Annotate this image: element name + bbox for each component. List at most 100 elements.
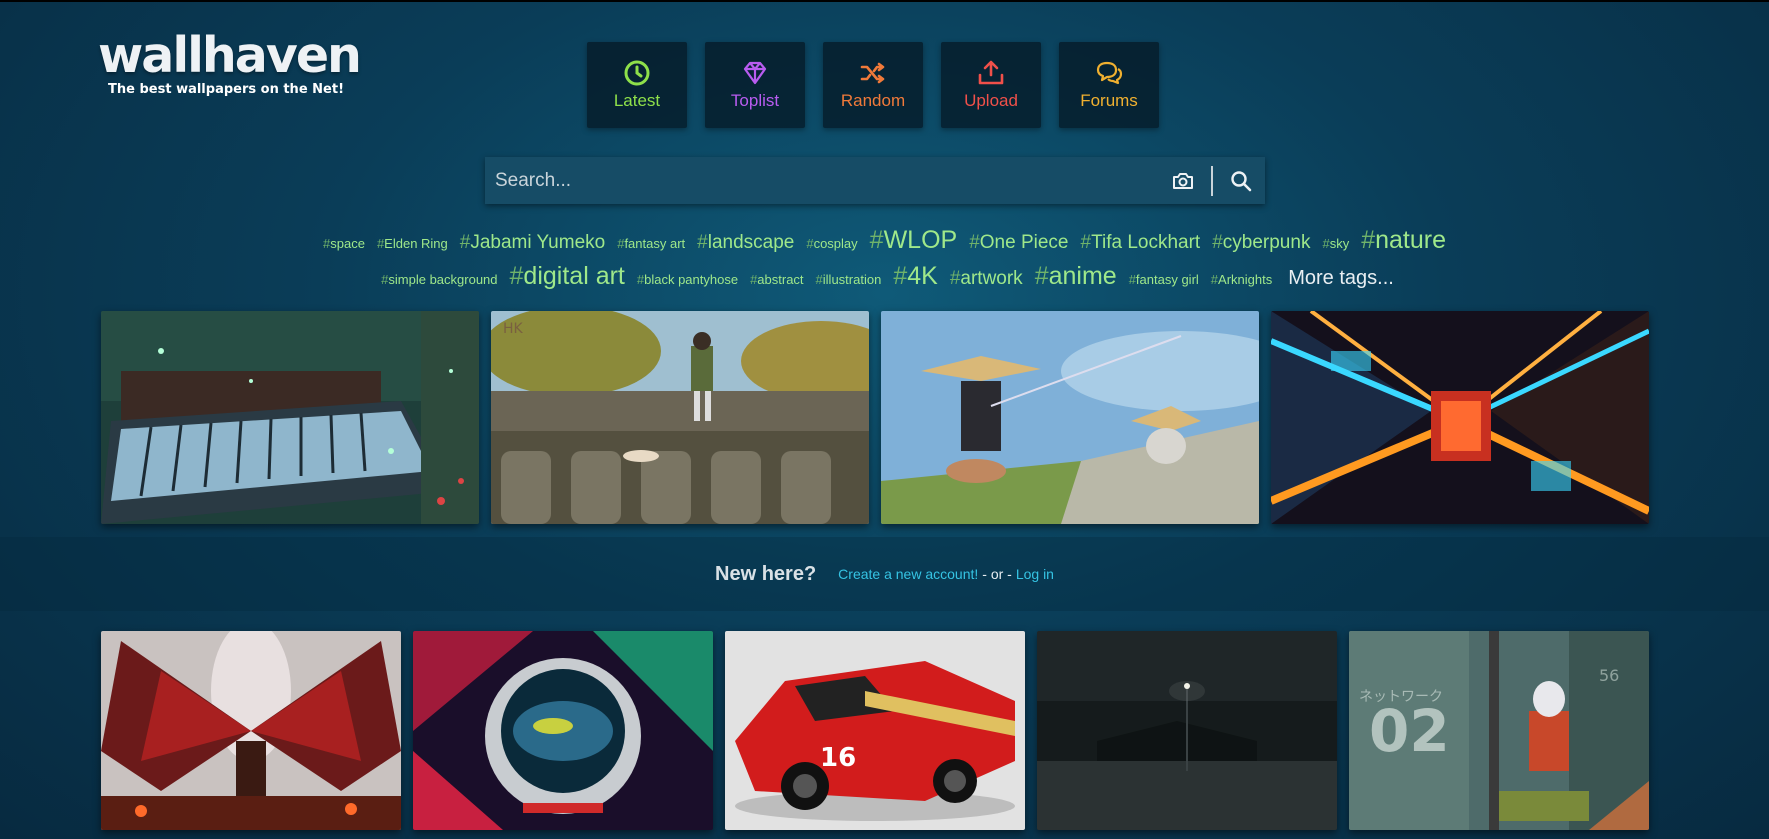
comments-icon	[1096, 61, 1123, 85]
tag-link[interactable]: #illustration	[816, 272, 882, 287]
site-logo[interactable]: wallhaven The best wallpapers on the Net…	[98, 27, 362, 98]
logo-text: wallhaven	[98, 27, 362, 84]
tag-label: landscape	[707, 232, 795, 253]
wallpaper-thumb-astronaut[interactable]	[413, 631, 713, 830]
tag-link[interactable]: #4K	[893, 262, 938, 291]
tag-hash: #	[815, 272, 823, 287]
thumb-text-car16: 16	[820, 743, 856, 773]
red-wings-image	[101, 631, 401, 830]
tag-hash: #	[893, 262, 908, 290]
thumb-text-56: 56	[1599, 666, 1619, 685]
wallpaper-thumb-anime-ship[interactable]: 02 ネットワーク 56	[1349, 631, 1649, 830]
tag-label: abstract	[757, 272, 804, 287]
tag-hash: #	[1128, 272, 1136, 287]
tag-hash: #	[459, 232, 471, 253]
nav-toplist-button[interactable]: Toplist	[705, 42, 805, 128]
tag-link[interactable]: #anime	[1035, 262, 1117, 291]
nav-upload-button[interactable]: Upload	[941, 42, 1041, 128]
clock-icon	[624, 60, 650, 86]
search-bar	[485, 156, 1265, 205]
tag-label: anime	[1048, 262, 1117, 290]
wallpaper-thumb-piano[interactable]	[101, 311, 479, 524]
tag-label: space	[330, 236, 365, 251]
tag-link[interactable]: #cosplay	[806, 236, 857, 251]
tag-link[interactable]: #One Piece	[969, 232, 1068, 254]
tag-label: nature	[1375, 226, 1446, 254]
search-icon	[1231, 170, 1252, 191]
tag-label: black pantyhose	[644, 272, 739, 287]
popular-tags-row-2: #simple background #digital art #black pan…	[0, 262, 1769, 291]
astronaut-image	[413, 631, 713, 830]
wallpaper-thumb-red-wings[interactable]	[101, 631, 401, 830]
tag-hash: #	[697, 232, 708, 253]
tag-label: Tifa Lockhart	[1091, 232, 1201, 253]
shuffle-icon	[860, 62, 885, 84]
tag-hash: #	[1322, 236, 1330, 251]
wallpaper-thumb-cyber-circuit[interactable]	[1271, 311, 1649, 524]
tag-label: Arknights	[1218, 272, 1273, 287]
thumb-text-jp: ネットワーク	[1359, 689, 1443, 705]
tag-link[interactable]: #simple background	[381, 272, 497, 287]
tag-link[interactable]: #fantasy art	[617, 236, 685, 251]
tag-hash: #	[1212, 232, 1223, 253]
nav-random-label: Random	[840, 91, 906, 110]
tag-hash: #	[509, 262, 524, 290]
tag-link[interactable]: #artwork	[950, 268, 1023, 290]
tag-label: illustration	[822, 272, 882, 287]
cyber-circuit-image	[1271, 311, 1649, 524]
main-nav: Latest Toplist Random Upload Forums	[587, 42, 1159, 128]
or-separator: - or -	[982, 566, 1012, 582]
samurai-girl-image	[881, 311, 1259, 524]
thumb-text-hk: HK	[503, 321, 524, 337]
wallpaper-thumb-rooftop-girl[interactable]: HK	[491, 311, 869, 524]
tag-hash: #	[1080, 232, 1092, 253]
wallpaper-thumb-samurai[interactable]	[881, 311, 1259, 524]
nav-random-button[interactable]: Random	[823, 42, 923, 128]
nav-toplist-label: Toplist	[730, 91, 780, 110]
tag-label: Elden Ring	[384, 236, 448, 251]
tag-hash: #	[1034, 262, 1049, 290]
nav-latest-button[interactable]: Latest	[587, 42, 687, 128]
new-here-question: New here?	[715, 562, 817, 585]
tag-link[interactable]: #cyberpunk	[1212, 232, 1310, 254]
camera-search-button[interactable]	[1159, 157, 1207, 204]
top-border	[0, 0, 1769, 2]
tag-link[interactable]: #black pantyhose	[637, 272, 738, 287]
tag-link[interactable]: #Elden Ring	[377, 236, 448, 251]
search-button[interactable]	[1217, 157, 1265, 204]
tag-label: fantasy girl	[1135, 272, 1199, 287]
popular-tags-row-1: #space #Elden Ring #Jabami Yumeko #fantasy …	[0, 226, 1769, 255]
tag-link[interactable]: #Tifa Lockhart	[1081, 232, 1201, 254]
tag-link[interactable]: #Arknights	[1211, 272, 1272, 287]
tag-label: digital art	[523, 262, 625, 290]
create-account-link[interactable]: Create a new account!	[838, 566, 978, 582]
nav-latest-label: Latest	[613, 91, 661, 110]
tag-link[interactable]: #abstract	[750, 272, 803, 287]
tag-link[interactable]: #fantasy girl	[1129, 272, 1199, 287]
tag-hash: #	[1210, 272, 1219, 287]
tag-link[interactable]: #nature	[1361, 226, 1446, 255]
latest-wallpapers: 16 02 ネットワーク 56	[101, 631, 1649, 830]
tag-label: simple background	[388, 272, 498, 287]
tag-link[interactable]: #space	[323, 236, 365, 251]
diamond-icon	[743, 61, 767, 85]
login-link[interactable]: Log in	[1016, 566, 1054, 582]
tag-link[interactable]: #digital art	[510, 262, 625, 291]
nav-forums-label: Forums	[1080, 91, 1138, 110]
tag-link[interactable]: #sky	[1322, 236, 1349, 251]
wallpaper-thumb-night-street[interactable]	[1037, 631, 1337, 830]
tag-hash: #	[806, 236, 814, 251]
upload-icon	[978, 60, 1004, 85]
wallpaper-thumb-race-car[interactable]: 16	[725, 631, 1025, 830]
more-tags-link[interactable]: More tags...	[1288, 267, 1394, 289]
tag-hash: #	[869, 226, 884, 254]
tag-link[interactable]: #landscape	[697, 232, 794, 254]
tag-link[interactable]: #Jabami Yumeko	[460, 232, 605, 254]
featured-wallpapers: HK	[101, 311, 1649, 524]
nav-forums-button[interactable]: Forums	[1059, 42, 1159, 128]
tag-label: artwork	[960, 268, 1023, 289]
tag-link[interactable]: #WLOP	[870, 226, 958, 255]
new-here-banner: New here? Create a new account! - or - L…	[0, 537, 1769, 611]
search-input[interactable]	[485, 156, 1159, 205]
thumb-text-02: 02	[1369, 697, 1450, 765]
